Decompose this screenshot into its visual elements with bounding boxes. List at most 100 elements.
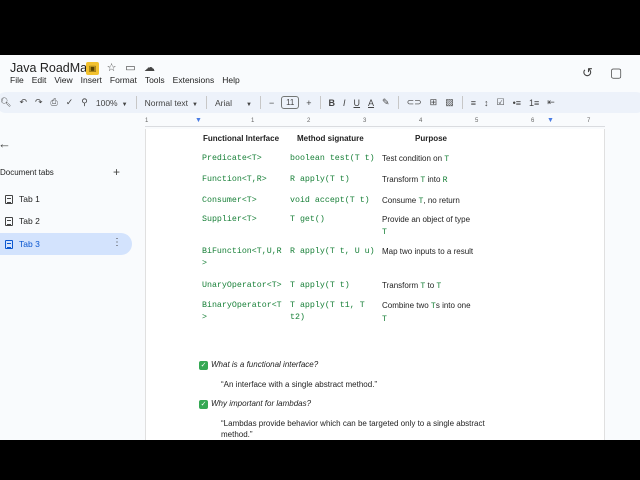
- check-icon: ✓: [199, 400, 208, 409]
- star-icon[interactable]: ☆: [105, 62, 118, 75]
- divider: [206, 96, 207, 109]
- folder-icon[interactable]: ▭: [124, 62, 137, 75]
- image-icon[interactable]: ▨: [445, 97, 454, 108]
- font-select[interactable]: Arial ▼: [215, 98, 252, 108]
- checklist-icon[interactable]: ☑: [497, 97, 505, 108]
- menu-view[interactable]: View: [54, 75, 72, 85]
- purpose-cell: Consume T, no return: [382, 195, 460, 208]
- answer-line: “An interface with a single abstract met…: [221, 380, 378, 389]
- right-indent-marker-icon[interactable]: ▼: [547, 117, 554, 124]
- purpose-text: Transform: [382, 281, 421, 290]
- interface-cell: UnaryOperator<T>: [202, 280, 282, 292]
- purpose-line: Transform T into R: [382, 174, 448, 187]
- chevron-down-icon: ▼: [246, 101, 252, 108]
- add-tab-icon[interactable]: +: [113, 165, 120, 179]
- signature-cell: boolean test(T t): [290, 153, 375, 165]
- sidebar-item-tab-3[interactable]: Tab 3 ⋮: [0, 233, 132, 255]
- underline-button[interactable]: U: [354, 98, 361, 108]
- back-arrow-icon[interactable]: ←: [0, 136, 11, 151]
- docs-window: Java RoadMap ▣ ☆ ▭ ☁ File Edit View Inse…: [0, 55, 640, 440]
- signature-line: R apply(T t, U u): [290, 247, 375, 256]
- signature-cell: T apply(T t1, T t2): [290, 300, 365, 324]
- comment-icon[interactable]: ⊞: [430, 97, 438, 108]
- header-functional-interface: Functional Interface: [203, 134, 280, 143]
- indent-marker-icon[interactable]: ▼: [195, 117, 202, 124]
- zoom-select[interactable]: 100% ▼: [96, 98, 128, 108]
- increase-font-size-icon[interactable]: +: [306, 98, 311, 108]
- menu-edit[interactable]: Edit: [32, 75, 47, 85]
- signature-line: t2): [290, 313, 305, 322]
- undo-icon[interactable]: ↶: [19, 97, 27, 108]
- purpose-text: Transform: [382, 175, 421, 184]
- answer-text: “Lambdas provide behavior which can be t…: [221, 418, 485, 440]
- purpose-line: T: [382, 226, 470, 239]
- purpose-line: Map two inputs to a result: [382, 246, 473, 258]
- style-select[interactable]: Normal text ▼: [145, 98, 198, 108]
- title-icons: ▣ ☆ ▭ ☁: [86, 62, 156, 75]
- interface-line: Function<T,R>: [202, 175, 267, 184]
- purpose-line: Combine two Ts into one: [382, 300, 471, 313]
- ruler-number: 5: [475, 118, 479, 124]
- purpose-text: Test condition on: [382, 154, 445, 163]
- cloud-icon[interactable]: ☁: [143, 62, 156, 75]
- purpose-line: T: [382, 313, 471, 326]
- print-icon[interactable]: ⎙: [51, 97, 58, 108]
- decrease-indent-icon[interactable]: ⇤: [547, 97, 555, 108]
- menu-file[interactable]: File: [10, 75, 24, 85]
- ruler-number: 6: [531, 118, 535, 124]
- purpose-text: Provide an object of type: [382, 215, 471, 224]
- link-icon[interactable]: ⊂⊃: [407, 97, 422, 108]
- line-spacing-icon[interactable]: ↕: [484, 98, 489, 108]
- menu-tools[interactable]: Tools: [145, 75, 165, 85]
- sidebar-item-tab-2[interactable]: Tab 2: [0, 210, 132, 232]
- purpose-text: to: [425, 281, 437, 290]
- highlight-icon[interactable]: ✎: [382, 97, 390, 108]
- history-icon[interactable]: ↺: [582, 65, 593, 81]
- align-icon[interactable]: ≡: [471, 98, 476, 108]
- slides-icon[interactable]: ▣: [86, 62, 99, 75]
- search-menus-icon[interactable]: 🔍︎: [0, 97, 11, 108]
- ruler-number: 1: [251, 118, 255, 124]
- ruler[interactable]: 1 ▼ 1 2 3 4 5 6 ▼ 7: [145, 117, 605, 127]
- more-options-icon[interactable]: ⋮: [112, 237, 122, 248]
- redo-icon[interactable]: ↷: [35, 97, 43, 108]
- menu-insert[interactable]: Insert: [81, 75, 102, 85]
- interface-line: >: [202, 259, 207, 268]
- ruler-number: 3: [363, 118, 367, 124]
- sidebar-item-tab-1[interactable]: Tab 1: [0, 188, 132, 210]
- meet-icon[interactable]: ▢: [610, 65, 622, 81]
- ruler-number: 2: [307, 118, 311, 124]
- document-icon: [5, 194, 13, 204]
- spellcheck-icon[interactable]: ✓: [66, 97, 74, 108]
- interface-cell: BinaryOperator<T >: [202, 300, 282, 324]
- interface-line: >: [202, 313, 207, 322]
- interface-line: BinaryOperator<T: [202, 301, 282, 310]
- italic-button[interactable]: I: [343, 98, 346, 108]
- ruler-number: 1: [145, 118, 149, 124]
- signature-line: T apply(T t): [290, 281, 350, 290]
- chevron-down-icon: ▼: [192, 101, 198, 108]
- interface-cell: Consumer<T>: [202, 195, 257, 207]
- text-color-button[interactable]: A: [368, 98, 374, 108]
- font-size-input[interactable]: 11: [281, 96, 300, 109]
- menu-help[interactable]: Help: [222, 75, 239, 85]
- interface-cell: Supplier<T>: [202, 214, 257, 226]
- numbered-list-icon[interactable]: 1≡: [529, 98, 539, 108]
- signature-line: T apply(T t1, T: [290, 301, 365, 310]
- type-param: T: [382, 315, 387, 324]
- toolbar: 🔍︎ ↶ ↷ ⎙ ✓ ⚲ 100% ▼ Normal text ▼ Arial ▼ −…: [0, 92, 640, 113]
- signature-line: T get(): [290, 215, 325, 224]
- purpose-cell: Transform T to T: [382, 280, 441, 293]
- decrease-font-size-icon[interactable]: −: [269, 98, 274, 108]
- bullet-list-icon[interactable]: •≡: [513, 98, 521, 108]
- header-method-signature: Method signature: [297, 134, 364, 143]
- purpose-cell: Map two inputs to a result: [382, 246, 473, 258]
- paint-format-icon[interactable]: ⚲: [81, 97, 88, 108]
- purpose-text: , no return: [423, 196, 460, 205]
- document-title[interactable]: Java RoadMap: [10, 61, 94, 75]
- menu-extensions[interactable]: Extensions: [173, 75, 215, 85]
- menu-format[interactable]: Format: [110, 75, 137, 85]
- answer-line: “Lambdas provide behavior which can be t…: [221, 419, 485, 428]
- interface-line: Predicate<T>: [202, 154, 262, 163]
- bold-button[interactable]: B: [329, 98, 336, 108]
